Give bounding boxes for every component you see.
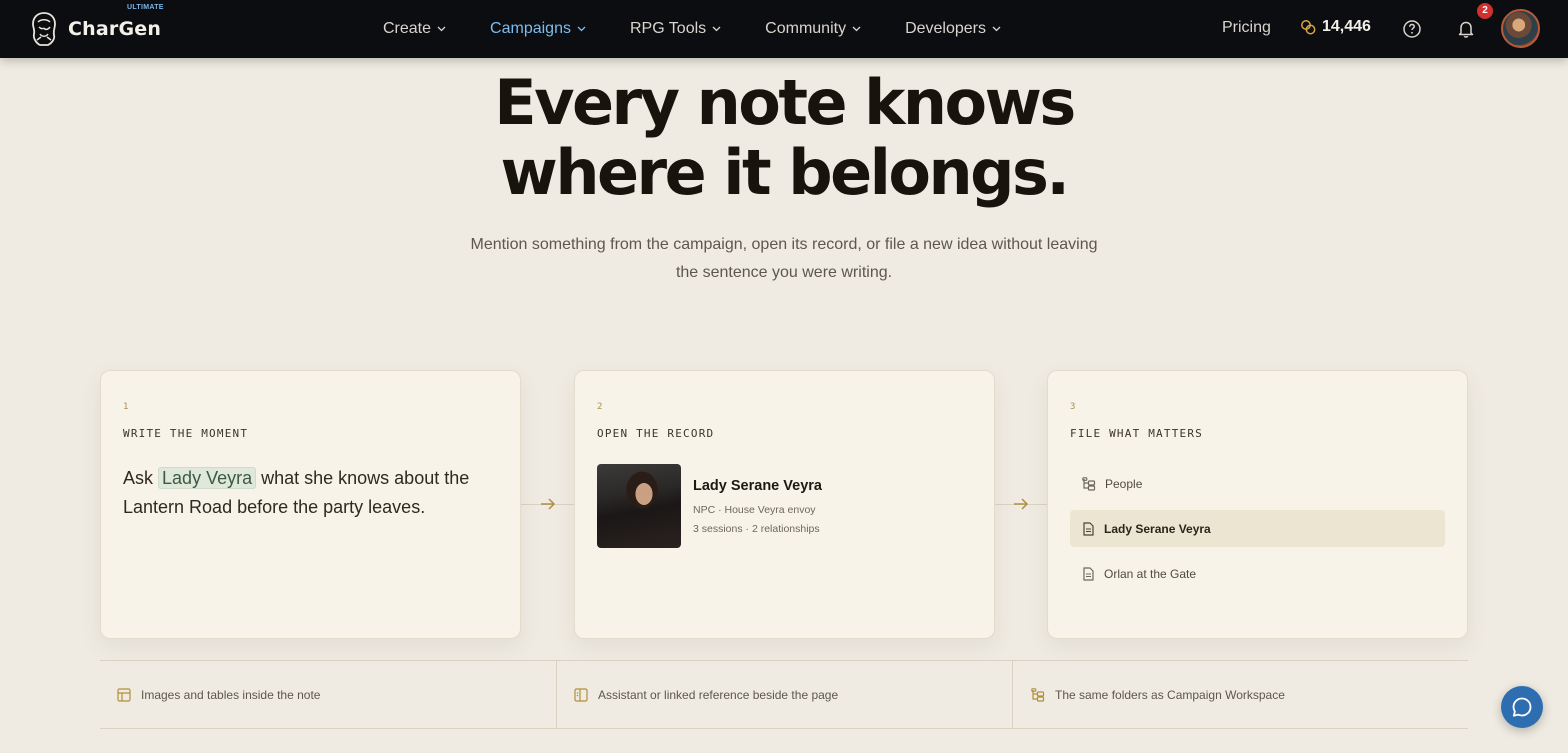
- file-row-label: Lady Serane Veyra: [1104, 521, 1211, 536]
- step-card-write: 1 WRITE THE MOMENT Ask Lady Veyra what s…: [100, 370, 521, 639]
- top-navbar: CharGen ULTIMATE Create Campaigns RPG To…: [0, 0, 1568, 58]
- menu-item-label: Create: [383, 20, 432, 37]
- arrow-right-icon: [541, 498, 556, 510]
- character-portrait: [597, 464, 681, 548]
- main-menu: Create Campaigns RPG Tools Community Dev…: [383, 0, 1045, 58]
- bell-icon[interactable]: [1457, 19, 1475, 39]
- menu-item-create[interactable]: Create: [383, 20, 446, 38]
- menu-item-campaigns[interactable]: Campaigns: [490, 20, 586, 38]
- pricing-link[interactable]: Pricing: [1222, 19, 1271, 37]
- file-row-lady-serane-veyra[interactable]: Lady Serane Veyra: [1070, 510, 1445, 547]
- chat-support-button[interactable]: [1501, 686, 1543, 728]
- feature-assistant-reference: Assistant or linked reference beside the…: [574, 661, 838, 728]
- step-number: 2: [597, 402, 603, 412]
- chevron-down-icon: [992, 26, 1001, 32]
- note-text-before: Ask: [123, 468, 154, 488]
- hero-subtitle-line: the sentence you were writing.: [675, 264, 893, 281]
- menu-item-label: Campaigns: [490, 20, 571, 37]
- feature-images-tables: Images and tables inside the note: [117, 661, 320, 728]
- folder-tree-icon: [1031, 687, 1045, 702]
- folder-tree-icon: [1082, 476, 1096, 491]
- file-row-label: Orlan at the Gate: [1104, 566, 1197, 581]
- step-label: FILE WHAT MATTERS: [1070, 427, 1203, 440]
- feature-label: Images and tables inside the note: [141, 687, 321, 702]
- plan-badge: ULTIMATE: [127, 4, 164, 11]
- folder-row-people[interactable]: People: [1070, 465, 1445, 502]
- brand[interactable]: CharGen: [28, 10, 161, 48]
- hero-title: Every note knows where it belongs.: [0, 68, 1568, 208]
- record-stats: 3 sessions · 2 relationships: [693, 523, 820, 535]
- divider: [100, 728, 1468, 729]
- user-avatar[interactable]: [1501, 9, 1540, 48]
- side-panel-icon: [574, 687, 588, 702]
- hero-subtitle-line: Mention something from the campaign, ope…: [470, 236, 1098, 253]
- step-number: 1: [123, 402, 129, 412]
- feature-label: The same folders as Campaign Workspace: [1055, 687, 1285, 702]
- brand-name: CharGen: [68, 18, 162, 40]
- menu-item-label: RPG Tools: [629, 20, 707, 37]
- feature-label: Assistant or linked reference beside the…: [598, 687, 839, 702]
- table-icon: [117, 687, 131, 702]
- mention-chip[interactable]: Lady Veyra: [158, 467, 257, 489]
- note-text: Ask Lady Veyra what she knows about the …: [123, 464, 503, 522]
- document-icon: [1083, 566, 1094, 581]
- hero-subtitle: Mention something from the campaign, ope…: [444, 231, 1124, 287]
- menu-item-community[interactable]: Community: [765, 20, 861, 38]
- file-row-label: People: [1105, 476, 1143, 491]
- chat-bubble-icon: [1512, 697, 1532, 717]
- menu-item-rpg-tools[interactable]: RPG Tools: [630, 20, 721, 38]
- step-number: 3: [1070, 402, 1076, 412]
- menu-item-label: Developers: [905, 20, 986, 37]
- help-icon[interactable]: [1402, 19, 1422, 39]
- file-row-orlan-at-the-gate[interactable]: Orlan at the Gate: [1070, 555, 1445, 592]
- feature-same-folders: The same folders as Campaign Workspace: [1031, 661, 1285, 728]
- chevron-down-icon: [712, 26, 721, 32]
- step-label: OPEN THE RECORD: [597, 427, 715, 440]
- record-title[interactable]: Lady Serane Veyra: [693, 478, 822, 494]
- coin-balance[interactable]: 14,446: [1300, 18, 1371, 36]
- step-card-file: 3 FILE WHAT MATTERS People Lady Serane V…: [1047, 370, 1468, 639]
- coin-count: 14,446: [1322, 18, 1371, 35]
- chevron-down-icon: [577, 26, 586, 32]
- chargen-logo-icon: [32, 12, 56, 46]
- menu-item-developers[interactable]: Developers: [905, 20, 1001, 38]
- hero-title-line: Every note knows: [494, 66, 1076, 139]
- arrow-right-icon: [1014, 498, 1029, 510]
- divider: [556, 661, 557, 728]
- record-type: NPC · House Veyra envoy: [693, 504, 816, 516]
- divider: [1012, 661, 1013, 728]
- step-label: WRITE THE MOMENT: [123, 427, 249, 440]
- chevron-down-icon: [437, 26, 446, 32]
- chevron-down-icon: [852, 26, 861, 32]
- hero-title-line: where it belongs.: [500, 136, 1070, 209]
- menu-item-label: Community: [765, 20, 847, 37]
- document-icon: [1083, 521, 1094, 536]
- coins-icon: [1301, 20, 1316, 35]
- step-card-open: 2 OPEN THE RECORD Lady Serane Veyra NPC …: [574, 370, 995, 639]
- notification-count-badge: 2: [1477, 3, 1493, 19]
